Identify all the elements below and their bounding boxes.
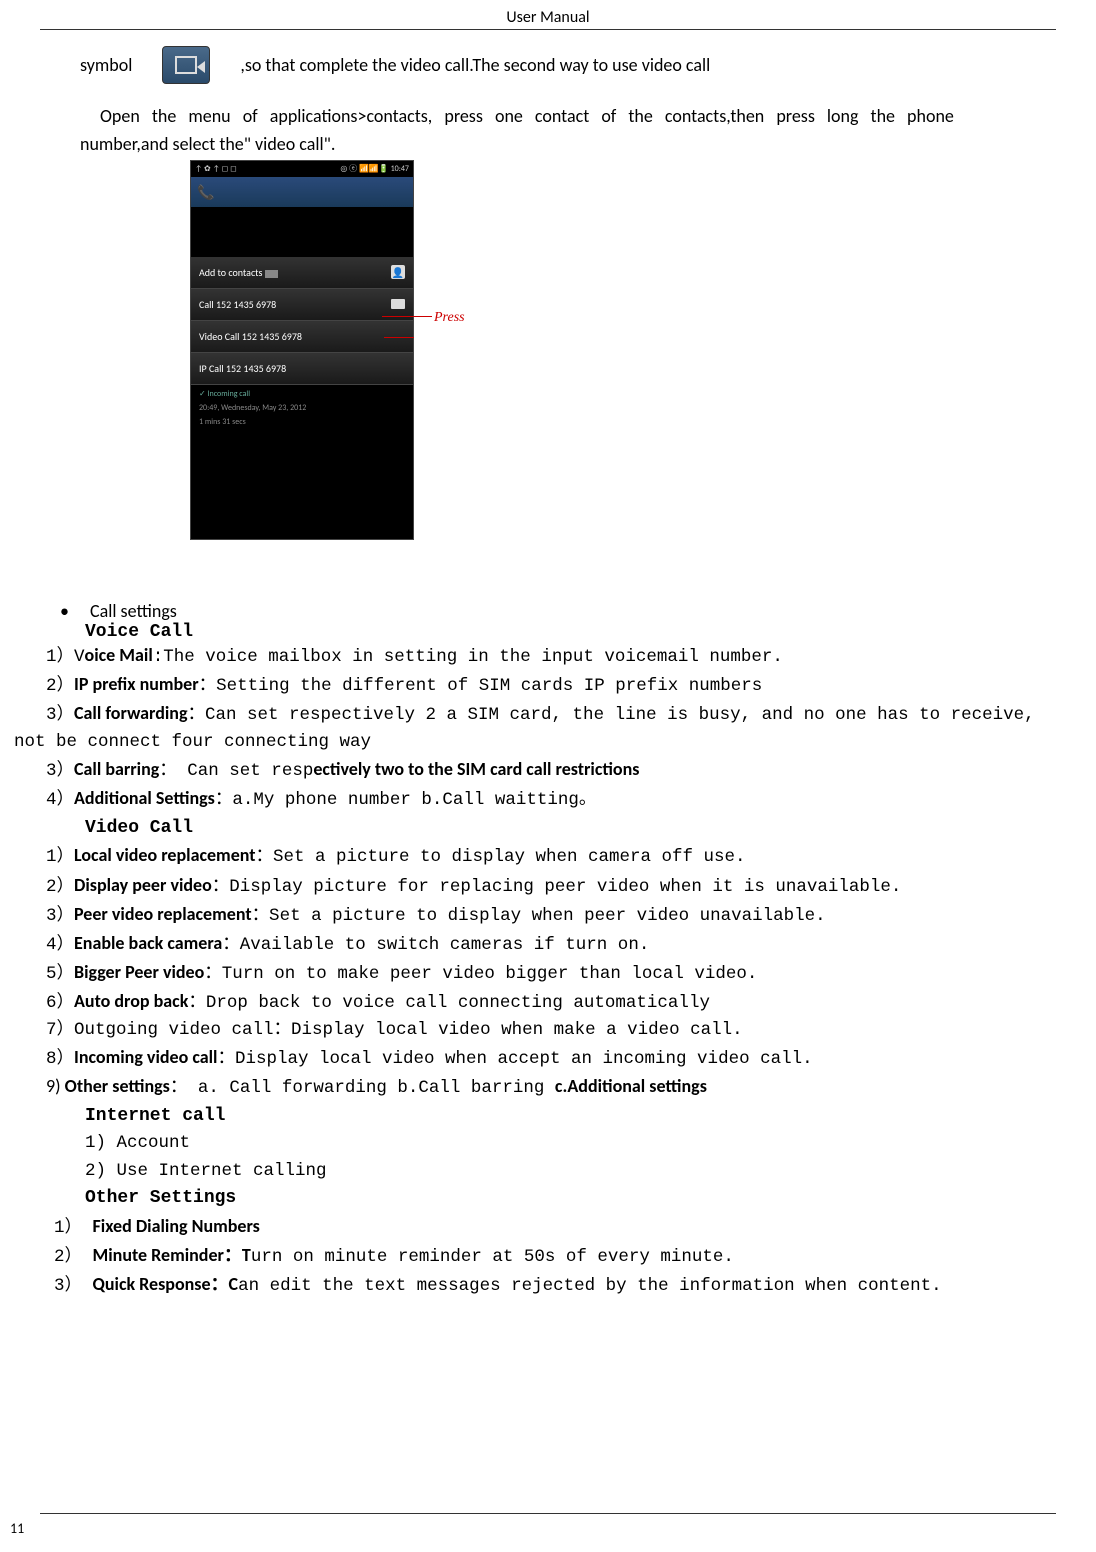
recent-call-duration: 1 mins 31 secs [191, 417, 413, 431]
voice-item-4: 4）Additional Settings：a.My phone number … [46, 785, 1056, 814]
call-settings-label: Call settings [90, 600, 177, 622]
video-item-4: 4）Enable back camera：Available to switch… [46, 930, 1056, 959]
video-item-8: 8）Incoming video call：Display local vide… [46, 1044, 1056, 1073]
phone-call-icon: 📞 [197, 184, 213, 200]
phone-top-bar: 📞 [191, 177, 413, 207]
call-settings-bullet: • Call settings [60, 600, 1056, 622]
ip-call-label: IP Call 152 1435 6978 [199, 362, 286, 375]
video-item-3: 3）Peer video replacement：Set a picture t… [46, 901, 1056, 930]
symbol-text-after: ,so that complete the video call.The sec… [240, 54, 710, 76]
page-number: 11 [10, 1520, 24, 1537]
bullet-dot-icon: • [60, 600, 90, 622]
add-to-contacts-item[interactable]: Add to contacts 👤 [191, 257, 413, 289]
video-call-label: Video Call 152 1435 6978 [199, 330, 302, 343]
other-settings-heading: Other Settings [85, 1185, 1056, 1213]
add-contacts-label: Add to contacts [199, 266, 278, 279]
press-line [382, 316, 432, 317]
phone-screenshot: ↑ ✿ ↑ ◻ ◻ ◎ ⓔ 📶📶🔋 10:47 📞 Add to contact… [190, 160, 414, 540]
recent-call-time: 20:49, Wednesday, May 23, 2012 [191, 403, 413, 417]
video-item-2: 2）Display peer video：Display picture for… [46, 872, 1056, 901]
voice-item-2: 2）IP prefix number：Setting the different… [46, 671, 1056, 700]
other-item-3: 3） Quick Response：Can edit the text mess… [54, 1271, 1056, 1300]
other-item-1: 1） Fixed Dialing Numbers [54, 1213, 1056, 1242]
call-settings-section: • Call settings Voice Call 1）Voice Mail:… [40, 600, 1056, 1300]
internet-item-1: 1) Account [85, 1130, 1056, 1157]
call-label: Call 152 1435 6978 [199, 298, 276, 311]
voice-item-3b: 3）Call barring： Can set respectively two… [46, 756, 1056, 785]
page-header: User Manual [40, 0, 1056, 30]
recent-call-label: ✓ Incoming call [191, 385, 413, 403]
video-item-9: 9) Other settings： a. Call forwarding b.… [46, 1073, 1056, 1102]
video-call-item[interactable]: Video Call 152 1435 6978 [191, 321, 413, 353]
video-item-5: 5）Bigger Peer video：Turn on to make peer… [46, 959, 1056, 988]
video-item-1: 1）Local video replacement：Set a picture … [46, 842, 1056, 871]
internet-call-heading: Internet call [85, 1103, 1056, 1131]
phone-screenshot-container: ↑ ✿ ↑ ◻ ◻ ◎ ⓔ 📶📶🔋 10:47 📞 Add to contact… [190, 160, 1056, 540]
voice-item-3-cont: not be connect four connecting way [14, 729, 1056, 756]
video-call-heading: Video Call [85, 815, 1056, 843]
call-item[interactable]: Call 152 1435 6978 [191, 289, 413, 321]
other-item-2: 2） Minute Reminder：Turn on minute remind… [54, 1242, 1056, 1271]
voice-item-3: 3）Call forwarding：Can set respectively 2… [46, 700, 1056, 729]
add-contact-icon: 👤 [391, 265, 405, 279]
footer-divider [40, 1513, 1056, 1514]
video-item-6: 6）Auto drop back：Drop back to voice call… [46, 988, 1056, 1017]
instruction-para: Open the menu of applications>contacts, … [80, 102, 1056, 131]
instruction-para-2: number,and select the" video call". [80, 131, 1056, 158]
internet-item-2: 2) Use Internet calling [85, 1158, 1056, 1185]
status-right: ◎ ⓔ 📶📶🔋 10:47 [340, 163, 409, 174]
ip-call-item[interactable]: IP Call 152 1435 6978 [191, 353, 413, 385]
symbol-line: symbol ,so that complete the video call.… [80, 46, 1056, 84]
symbol-text: symbol [80, 54, 132, 76]
status-left: ↑ ✿ ↑ ◻ ◻ [195, 164, 237, 174]
page-content: symbol ,so that complete the video call.… [0, 30, 1096, 1300]
video-call-icon [162, 46, 210, 84]
phone-spacer [191, 207, 413, 257]
video-item-7: 7）Outgoing video call：Display local vide… [46, 1017, 1056, 1044]
press-annotation: Press [434, 310, 465, 326]
status-bar: ↑ ✿ ↑ ◻ ◻ ◎ ⓔ 📶📶🔋 10:47 [191, 161, 413, 177]
voice-call-heading: Voice Call [85, 622, 1056, 642]
voice-item-1: 1）Voice Mail:The voice mailbox in settin… [46, 642, 1056, 671]
message-icon [391, 299, 405, 309]
